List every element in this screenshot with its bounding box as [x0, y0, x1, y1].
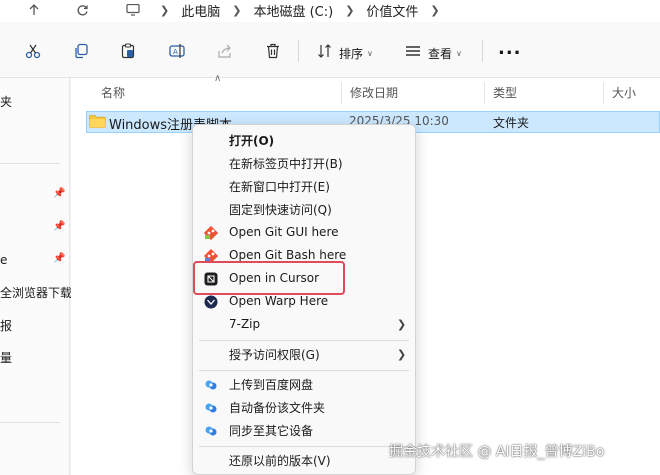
chevron-right-icon: ❯ — [397, 347, 407, 361]
rename-icon[interactable]: A — [166, 40, 188, 62]
toolbar-divider — [482, 40, 483, 62]
toolbar-divider — [298, 40, 299, 62]
paste-icon[interactable] — [117, 40, 139, 62]
breadcrumb: ❯ 此电脑 ❯ 本地磁盘 (C:) ❯ 价值文件 ❯ — [160, 0, 452, 20]
view-button[interactable]: 查看 ∨ — [428, 45, 462, 62]
menu-item-grant-access[interactable]: 授予访问权限(G) ❯ — [193, 343, 415, 365]
menu-item-pin-quick-access[interactable]: 固定到快速访问(Q) — [193, 198, 415, 220]
menu-divider — [199, 370, 409, 371]
nav-item-folder[interactable]: 夹 — [0, 93, 12, 110]
baidu-netdisk-icon — [203, 400, 218, 415]
chevron-down-icon: ∨ — [367, 49, 373, 58]
chevron-right-icon: ❯ — [232, 3, 242, 17]
up-arrow-icon[interactable] — [22, 0, 46, 20]
menu-item-sync-devices[interactable]: 同步至其它设备 — [193, 419, 415, 441]
nav-item-misc[interactable]: 量 — [0, 349, 12, 366]
menu-item-7zip[interactable]: 7-Zip ❯ — [193, 313, 415, 335]
git-gui-icon — [203, 225, 218, 240]
pin-icon: 📌 — [53, 188, 66, 199]
copy-icon[interactable] — [70, 40, 92, 62]
baidu-netdisk-icon — [203, 377, 218, 392]
more-options-button[interactable]: ... — [498, 38, 522, 59]
nav-divider — [0, 422, 60, 423]
column-header-modified[interactable]: 修改日期 — [342, 78, 398, 106]
baidu-netdisk-icon — [203, 423, 218, 438]
menu-item-restore-versions[interactable]: 还原以前的版本(V) — [193, 449, 415, 471]
pin-icon: 📌 — [53, 253, 66, 264]
navigation-pane: 夹 📌 📌 e 📌 全浏览器下载 报 量 — [0, 78, 72, 475]
menu-item-open-new-tab[interactable]: 在新标签页中打开(B) — [193, 152, 415, 174]
chevron-down-icon: ∨ — [456, 49, 462, 58]
breadcrumb-this-pc[interactable]: 此电脑 — [181, 1, 220, 20]
computer-icon[interactable] — [121, 0, 145, 20]
folder-icon — [89, 115, 106, 128]
refresh-icon[interactable] — [70, 0, 94, 20]
sort-ascending-icon: ∧ — [214, 73, 222, 84]
chevron-right-icon: ❯ — [430, 3, 440, 17]
nav-divider — [0, 163, 60, 164]
nav-item-report[interactable]: 报 — [0, 317, 12, 334]
sort-button[interactable]: 排序 ∨ — [339, 45, 373, 62]
cut-icon[interactable] — [22, 40, 44, 62]
context-menu: 打开(O) 在新标签页中打开(B) 在新窗口中打开(E) 固定到快速访问(Q) … — [192, 124, 416, 475]
nav-item-browser-downloads[interactable]: 全浏览器下载 — [0, 284, 72, 301]
highlight-box — [193, 261, 345, 295]
menu-item-open[interactable]: 打开(O) — [193, 129, 415, 151]
column-header-type[interactable]: 类型 — [485, 78, 517, 106]
column-header-size[interactable]: 大小 — [604, 78, 636, 106]
breadcrumb-value-files[interactable]: 价值文件 — [366, 1, 418, 20]
menu-divider — [199, 340, 409, 341]
breadcrumb-local-disk[interactable]: 本地磁盘 (C:) — [253, 1, 333, 20]
pin-icon: 📌 — [53, 221, 66, 232]
file-type: 文件夹 — [493, 116, 530, 130]
menu-item-open-new-window[interactable]: 在新窗口中打开(E) — [193, 175, 415, 197]
sort-label: 排序 — [339, 47, 364, 61]
sort-icon[interactable] — [314, 40, 336, 62]
menu-divider — [199, 446, 409, 447]
warp-icon — [203, 294, 218, 309]
svg-text:A: A — [173, 48, 178, 56]
watermark: 掘金技术社区 @ AI日报_普博ZiBo — [389, 444, 605, 460]
view-icon[interactable] — [402, 40, 424, 62]
command-bar: A 排序 ∨ 查看 ∨ ... — [0, 22, 660, 78]
address-bar: ❯ 此电脑 ❯ 本地磁盘 (C:) ❯ 价值文件 ❯ — [0, 0, 660, 22]
menu-item-upload-baidu[interactable]: 上传到百度网盘 — [193, 373, 415, 395]
delete-icon[interactable] — [262, 40, 284, 62]
chevron-right-icon: ❯ — [397, 317, 407, 331]
chevron-right-icon: ❯ — [345, 3, 355, 17]
menu-item-auto-backup[interactable]: 自动备份该文件夹 — [193, 396, 415, 418]
chevron-right-icon: ❯ — [160, 3, 170, 17]
nav-item-e[interactable]: e — [0, 253, 7, 267]
view-label: 查看 — [428, 47, 453, 61]
more-icon: ... — [498, 38, 522, 59]
menu-item-git-gui[interactable]: Open Git GUI here — [193, 221, 415, 243]
share-icon[interactable] — [214, 40, 236, 62]
column-header-name[interactable]: 名称 — [93, 78, 125, 106]
